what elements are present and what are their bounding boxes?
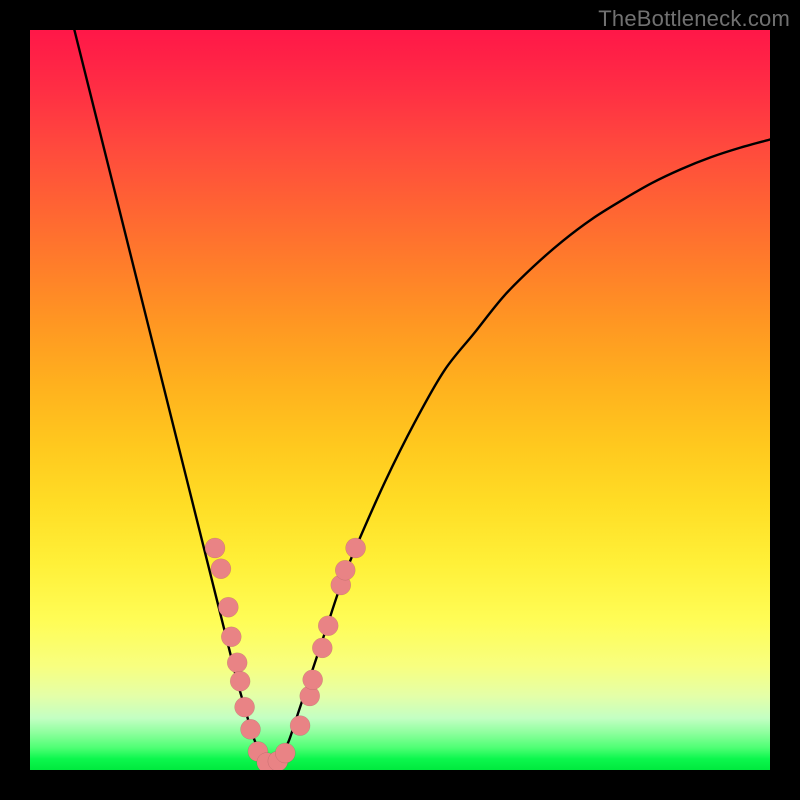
chart-overlay [30,30,770,770]
curve-marker [230,671,250,691]
curve-marker [275,743,295,763]
bottleneck-curve [74,30,770,764]
curve-marker [318,616,338,636]
curve-marker [335,560,355,580]
curve-marker [241,719,261,739]
chart-frame: TheBottleneck.com [0,0,800,800]
curve-marker [235,697,255,717]
plot-area [30,30,770,770]
curve-marker [227,653,247,673]
watermark-text: TheBottleneck.com [598,6,790,32]
curve-marker [205,538,225,558]
curve-marker [221,627,241,647]
curve-marker [290,716,310,736]
curve-marker [346,538,366,558]
curve-marker [312,638,332,658]
curve-marker [218,597,238,617]
curve-marker [303,670,323,690]
curve-marker [211,559,231,579]
marker-group [205,538,366,770]
